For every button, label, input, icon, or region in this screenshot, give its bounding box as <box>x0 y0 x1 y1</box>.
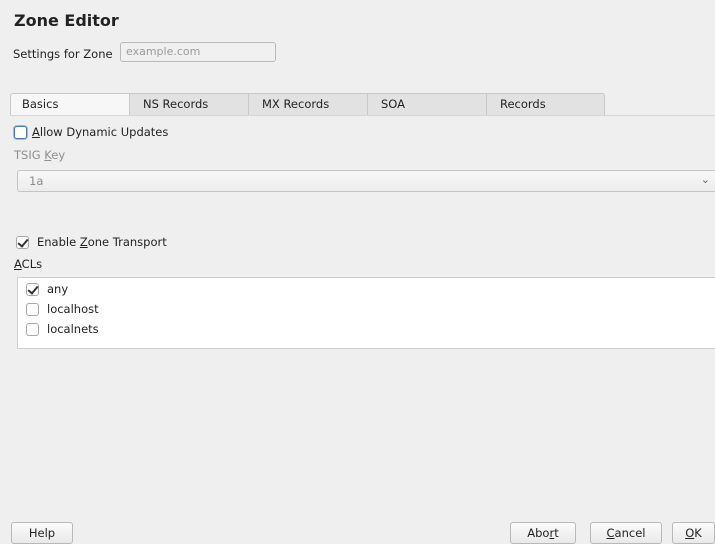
enable-zone-transport-checkbox[interactable] <box>16 236 29 249</box>
acls-text: CLs <box>21 257 43 271</box>
tab-records[interactable]: Records <box>486 93 605 115</box>
acl-localhost-checkbox[interactable] <box>26 303 39 316</box>
cancel-button-mnemonic: C <box>606 526 615 540</box>
abort-button-text: t <box>554 526 559 540</box>
enable-zone-transport-prefix: Enable <box>37 235 80 249</box>
allow-dynamic-updates-text: llow Dynamic Updates <box>39 125 169 139</box>
enable-zone-transport-label[interactable]: Enable Zone Transport <box>37 235 167 249</box>
ok-button[interactable]: OK <box>672 522 715 544</box>
chevron-down-icon: ⌄ <box>700 173 710 186</box>
cancel-button-text: ancel <box>614 526 646 540</box>
zone-name-field[interactable]: example.com <box>120 42 276 62</box>
cancel-button[interactable]: Cancel <box>590 522 662 544</box>
acl-list[interactable]: any localhost localnets <box>17 277 715 349</box>
allow-dynamic-updates-checkbox[interactable] <box>14 126 27 139</box>
acl-localhost-label: localhost <box>47 302 99 316</box>
tsig-key-value: 1a <box>29 174 44 188</box>
page-title: Zone Editor <box>14 11 119 30</box>
acl-localnets-label: localnets <box>47 322 99 336</box>
allow-dynamic-updates-mnemonic: A <box>32 125 40 139</box>
abort-button[interactable]: Abort <box>510 522 576 544</box>
settings-for-zone-label: Settings for Zone <box>13 47 113 61</box>
tsig-key-text: ey <box>51 148 66 162</box>
tab-soa[interactable]: SOA <box>367 93 486 115</box>
help-button[interactable]: Help <box>11 522 73 544</box>
allow-dynamic-updates-label[interactable]: Allow Dynamic Updates <box>32 125 168 139</box>
ok-button-mnemonic: O <box>685 526 695 540</box>
acl-any-checkbox[interactable] <box>26 283 39 296</box>
tab-panel-divider <box>10 115 715 116</box>
tsig-key-label: TSIG Key <box>14 148 65 162</box>
tab-mx-records[interactable]: MX Records <box>248 93 367 115</box>
acl-any-label: any <box>47 282 69 296</box>
tab-bar: Basics NS Records MX Records SOA Records <box>10 93 605 115</box>
enable-zone-transport-text: one Transport <box>87 235 167 249</box>
enable-zone-transport-mnemonic: Z <box>79 235 88 249</box>
tab-ns-records[interactable]: NS Records <box>129 93 248 115</box>
acl-localnets-checkbox[interactable] <box>26 323 39 336</box>
acls-label: ACLs <box>14 257 42 271</box>
abort-button-prefix: Abo <box>527 526 550 540</box>
ok-button-text: K <box>694 526 702 540</box>
tab-basics[interactable]: Basics <box>10 93 129 115</box>
tsig-key-prefix: TSIG <box>14 148 45 162</box>
tsig-key-select[interactable]: 1a ⌄ <box>17 170 715 192</box>
acls-mnemonic: A <box>14 257 22 271</box>
